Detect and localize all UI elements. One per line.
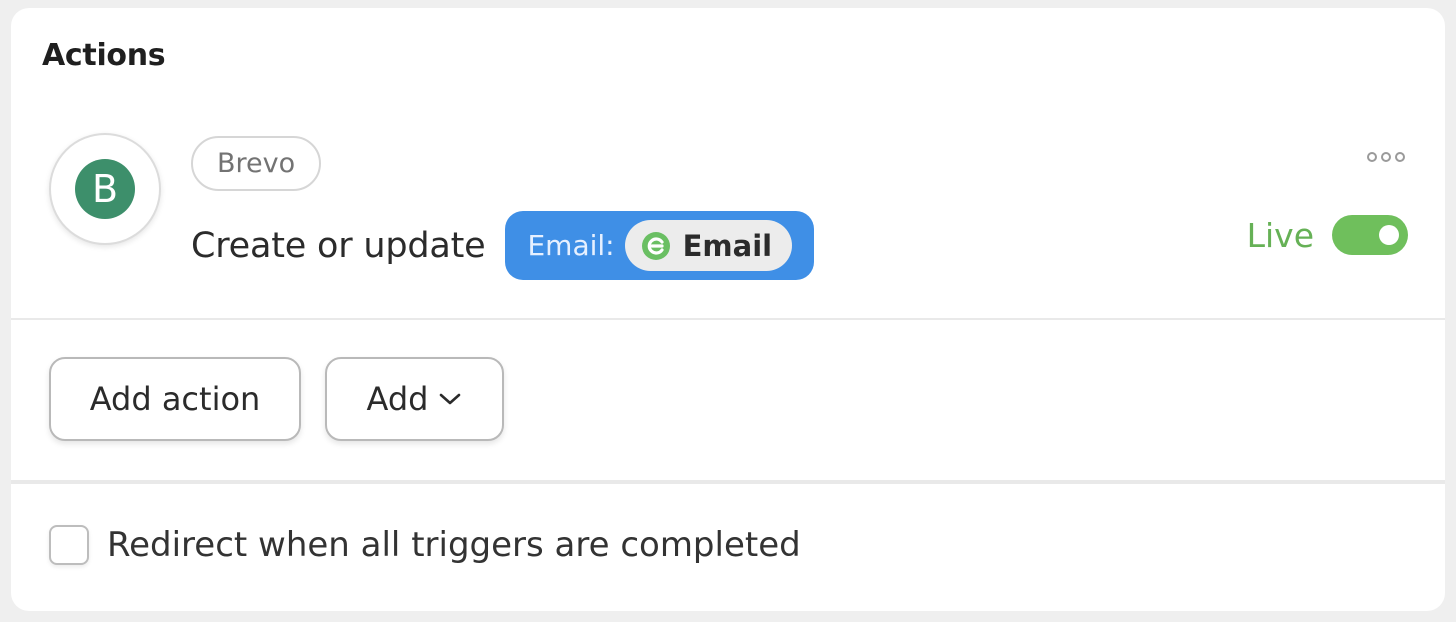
- email-field-icon: [641, 231, 671, 261]
- more-horizontal-icon[interactable]: [1367, 152, 1405, 162]
- redirect-checkbox[interactable]: [49, 525, 89, 565]
- add-action-button[interactable]: Add action: [49, 357, 301, 441]
- divider: [11, 318, 1445, 320]
- redirect-option: Redirect when all triggers are completed: [49, 525, 801, 565]
- app-avatar: B: [49, 133, 161, 245]
- add-dropdown-button[interactable]: Add: [325, 357, 504, 441]
- svg-text:B: B: [92, 167, 118, 211]
- field-mapping-pill[interactable]: Email: Email: [505, 211, 815, 280]
- divider: [11, 480, 1445, 484]
- field-value-chip: Email: [624, 220, 793, 271]
- field-key-label: Email:: [527, 229, 615, 262]
- add-label: Add: [366, 380, 429, 418]
- field-value-label: Email: [682, 228, 773, 263]
- redirect-label: Redirect when all triggers are completed: [107, 525, 801, 565]
- add-action-label: Add action: [89, 380, 261, 418]
- brevo-logo-icon: B: [75, 159, 135, 219]
- app-name-chip: Brevo: [191, 136, 322, 191]
- live-toggle[interactable]: [1332, 215, 1408, 255]
- actions-panel: Actions B Brevo Create or update Email: …: [11, 8, 1445, 611]
- live-status: Live: [1247, 215, 1408, 255]
- toggle-knob: [1379, 225, 1399, 245]
- live-label: Live: [1246, 215, 1314, 255]
- action-label: Create or update: [191, 225, 486, 266]
- chevron-down-icon: [438, 391, 462, 407]
- section-title: Actions: [42, 38, 166, 73]
- action-description: Create or update Email: Email: [191, 211, 815, 280]
